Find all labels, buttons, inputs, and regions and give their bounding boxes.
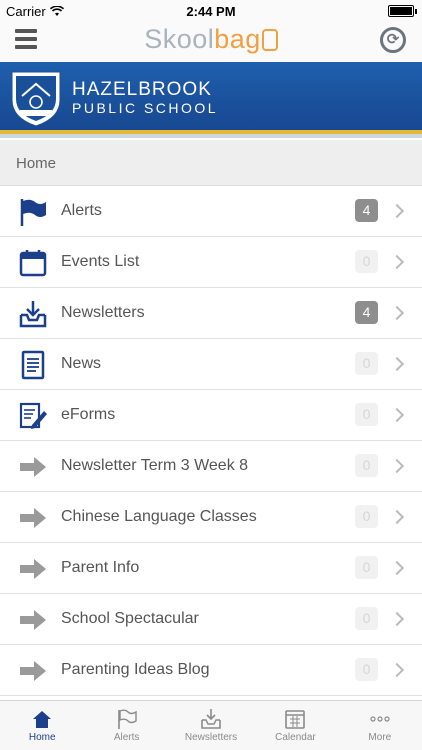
list-item-newsletter-term-3-week-8[interactable]: Newsletter Term 3 Week 8 0 <box>0 441 422 492</box>
chevron-right-icon <box>389 254 405 270</box>
tab-label: More <box>368 732 392 743</box>
list-item-label: Alerts <box>61 202 102 219</box>
arrow-right-icon <box>18 452 48 482</box>
arrow-right-icon <box>18 605 48 635</box>
arrow-right-icon <box>18 656 48 686</box>
sync-icon[interactable]: ⟳ <box>380 27 406 53</box>
tab-label: Newsletters <box>184 732 238 743</box>
count-badge: 0 <box>355 352 378 375</box>
list-item-label: School Spectacular <box>61 610 199 627</box>
chevron-right-icon <box>389 305 405 321</box>
list-item-label: Chinese Language Classes <box>61 508 257 525</box>
school-name-line2: PUBLIC SCHOOL <box>72 100 219 116</box>
logo-text-skool: Skool <box>144 24 215 54</box>
list-item-label: eForms <box>61 406 116 423</box>
count-badge: 4 <box>355 199 378 222</box>
chevron-right-icon <box>389 458 405 474</box>
arrow-right-icon <box>18 503 48 533</box>
list-item-label: News <box>61 355 102 372</box>
list-item-news[interactable]: News 0 <box>0 339 422 390</box>
count-badge: 0 <box>355 403 378 426</box>
count-badge: 0 <box>355 607 378 630</box>
school-banner: HAZELBROOK PUBLIC SCHOOL <box>0 62 422 138</box>
nav-bar: Skoolbag ⟳ <box>0 22 422 62</box>
tab-bar: Home Alerts Newsletters Calendar More <box>0 700 422 750</box>
more-dots-icon <box>369 708 391 730</box>
tab-label: Home <box>28 732 56 743</box>
form-pen-icon <box>18 401 48 431</box>
count-badge: 0 <box>355 250 378 273</box>
status-bar: Carrier 2:44 PM <box>0 0 422 22</box>
tab-newsletters[interactable]: Newsletters <box>169 701 253 750</box>
count-badge: 0 <box>355 454 378 477</box>
list-item-label: Parent Info <box>61 559 140 576</box>
list-item-chinese-language-classes[interactable]: Chinese Language Classes 0 <box>0 492 422 543</box>
tab-label: Alerts <box>113 732 140 743</box>
battery-icon <box>388 5 417 17</box>
count-badge: 0 <box>355 556 378 579</box>
inbox-download-icon <box>18 299 48 329</box>
list-item-newsletters[interactable]: Newsletters 4 <box>0 288 422 339</box>
tab-alerts[interactable]: Alerts <box>84 701 168 750</box>
count-badge: 0 <box>355 658 378 681</box>
flag-icon <box>116 708 138 730</box>
list-item-parenting-ideas-blog[interactable]: Parenting Ideas Blog 0 <box>0 645 422 696</box>
calendar-icon <box>18 248 48 278</box>
list-item-alerts[interactable]: Alerts 4 <box>0 186 422 237</box>
count-badge: 4 <box>355 301 378 324</box>
breadcrumb-label: Home <box>16 155 57 172</box>
arrow-right-icon <box>18 554 48 584</box>
list-item-label: Newsletters <box>61 304 145 321</box>
chevron-right-icon <box>389 407 405 423</box>
chevron-right-icon <box>389 611 405 627</box>
status-time: 2:44 PM <box>186 4 236 19</box>
home-icon <box>31 708 53 730</box>
list-item-parent-info[interactable]: Parent Info 0 <box>0 543 422 594</box>
flag-icon <box>18 197 48 227</box>
tab-label: Calendar <box>275 732 316 743</box>
tab-more[interactable]: More <box>338 701 422 750</box>
school-name: HAZELBROOK PUBLIC SCHOOL <box>72 79 219 117</box>
tab-calendar[interactable]: Calendar <box>253 701 337 750</box>
count-badge: 0 <box>355 505 378 528</box>
breadcrumb: Home <box>0 140 422 186</box>
list-item-label: Parenting Ideas Blog <box>61 661 210 678</box>
school-name-line1: HAZELBROOK <box>72 79 212 100</box>
logo-text-bag: bag <box>214 24 261 54</box>
chevron-right-icon <box>389 509 405 525</box>
chevron-right-icon <box>389 356 405 372</box>
list-item-school-spectacular[interactable]: School Spectacular 0 <box>0 594 422 645</box>
school-crest-icon <box>11 71 61 127</box>
list-item-events-list[interactable]: Events List 0 <box>0 237 422 288</box>
skoolbag-logo: Skoolbag <box>0 24 422 55</box>
chevron-right-icon <box>389 203 405 219</box>
chevron-right-icon <box>389 560 405 576</box>
calendar-icon <box>284 708 306 730</box>
inbox-download-icon <box>200 708 222 730</box>
backpack-icon <box>261 29 278 51</box>
tab-home[interactable]: Home <box>0 701 84 750</box>
chevron-right-icon <box>389 662 405 678</box>
list-item-eforms[interactable]: eForms 0 <box>0 390 422 441</box>
list-item-label: Newsletter Term 3 Week 8 <box>61 457 249 474</box>
list-item-label: Events List <box>61 253 140 270</box>
menu-list: Alerts 4 Events List 0 Newsletters 4 News 0 eFor… <box>0 186 422 696</box>
document-icon <box>18 350 48 380</box>
banner-stripe-light <box>0 134 422 138</box>
